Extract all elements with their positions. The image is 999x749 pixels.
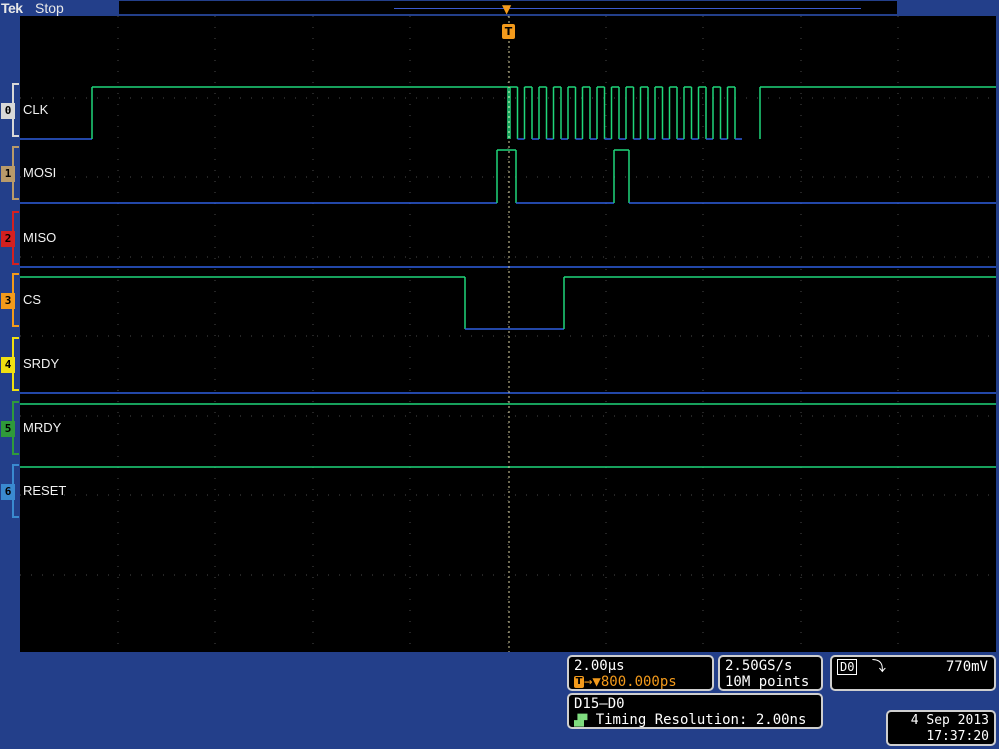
record-window-indicator: [394, 8, 861, 9]
channel-3-bracket: [12, 273, 19, 327]
channel-label-cs[interactable]: CS: [23, 292, 41, 307]
channel-label-miso[interactable]: MISO: [23, 230, 56, 245]
channel-1-bracket: [12, 146, 19, 200]
waveform-svg: [20, 16, 996, 652]
trigger-arrow-icon: ▼: [502, 2, 512, 16]
trigger-position-marker[interactable]: T: [502, 24, 515, 39]
digital-group: D15–D0: [574, 696, 625, 712]
horizontal-scale: 2.00µs: [574, 658, 625, 674]
status-bar: Tek Stop: [0, 0, 999, 16]
trigger-source: D0: [837, 659, 858, 675]
channel-label-mrdy[interactable]: MRDY: [23, 420, 61, 435]
trigger-level: 770mV: [945, 659, 988, 675]
falling-edge-icon: ⤵: [871, 659, 886, 675]
acquisition-state: Stop: [35, 0, 64, 16]
record-length: 10M points: [725, 674, 810, 690]
channel-6-bracket: [12, 464, 19, 518]
channel-label-reset[interactable]: RESET: [23, 483, 66, 498]
datetime-readout: 4 Sep 2013 17:37:20: [886, 710, 996, 746]
channel-label-srdy[interactable]: SRDY: [23, 356, 59, 371]
digital-traces: [20, 86, 996, 468]
acquisition-readout[interactable]: 2.50GS/s 10M points: [718, 655, 823, 691]
trigger-arrow-small-icon: →▼: [584, 674, 601, 690]
channel-5-bracket: [12, 401, 19, 455]
channel-label-mosi[interactable]: MOSI: [23, 165, 56, 180]
timing-resolution: Timing Resolution: 2.00ns: [595, 712, 807, 728]
channel-label-clk[interactable]: CLK: [23, 102, 48, 117]
channel-sidebar: 0123456: [0, 16, 20, 656]
brand-logo: Tek: [1, 0, 23, 16]
digital-timing-icon: ▟▛: [574, 714, 588, 727]
channel-0-bracket: [12, 83, 19, 137]
horizontal-position: 800.000ps: [600, 674, 677, 690]
time: 17:37:20: [926, 729, 989, 744]
channel-2-bracket: [12, 211, 19, 265]
sample-rate: 2.50GS/s: [725, 658, 793, 674]
date: 4 Sep 2013: [910, 713, 989, 728]
digital-readout[interactable]: D15–D0 ▟▛ Timing Resolution: 2.00ns: [567, 693, 823, 729]
trigger-position-icon: T: [574, 676, 584, 688]
horizontal-readout[interactable]: 2.00µs T →▼800.000ps: [567, 655, 714, 691]
trigger-readout[interactable]: D0 ⤵ 770mV: [830, 655, 996, 691]
waveform-display[interactable]: [20, 16, 996, 652]
channel-4-bracket: [12, 337, 19, 391]
